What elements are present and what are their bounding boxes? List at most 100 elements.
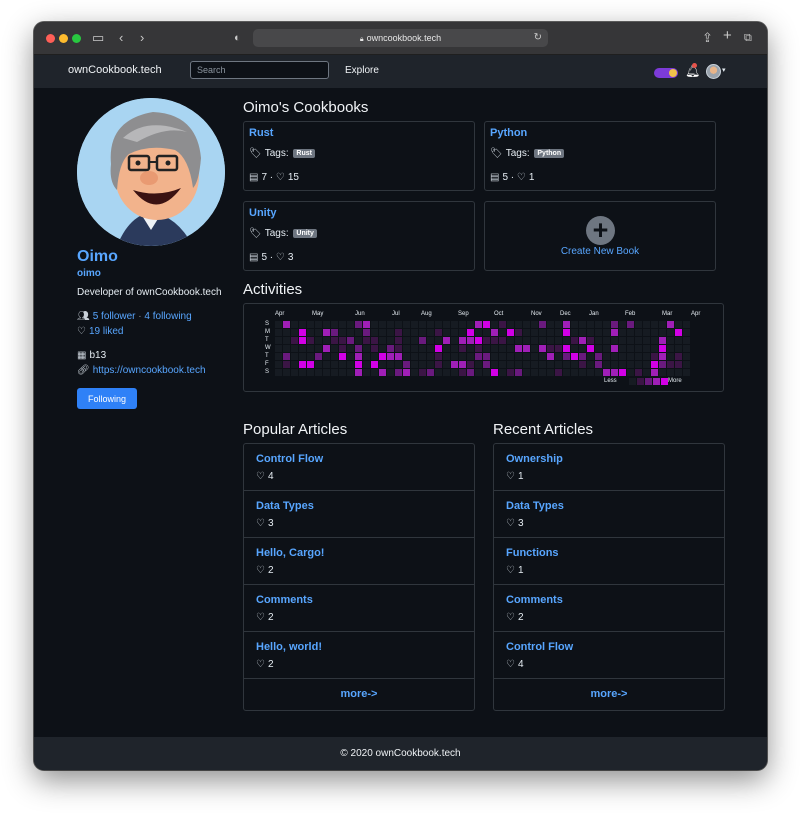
article-title-link[interactable]: Control Flow [506, 641, 573, 653]
activity-cell [355, 353, 362, 360]
article-title-link[interactable]: Data Types [506, 500, 564, 512]
activity-cell [563, 345, 570, 352]
activity-cell [587, 329, 594, 336]
cookbook-tags: 🏷︎ Tags: Rust [249, 148, 315, 159]
activity-cell [443, 329, 450, 336]
cookbook-card-rust[interactable]: Rust 🏷︎ Tags: Rust ▤ 7 · ♡ 15 [243, 121, 475, 191]
activity-cell [499, 321, 506, 328]
reload-icon[interactable]: ↻ [534, 29, 542, 47]
month-label: Apr [691, 311, 701, 317]
activity-cell [571, 321, 578, 328]
cookbooks-heading: Oimo's Cookbooks [243, 99, 369, 116]
activity-cell [483, 353, 490, 360]
search-input[interactable] [190, 61, 329, 79]
new-tab-icon[interactable]: + [723, 28, 732, 44]
activity-cell [427, 337, 434, 344]
liked-link[interactable]: 19 liked [89, 326, 123, 337]
activity-cell [371, 345, 378, 352]
create-new-book-link[interactable]: Create New Book [485, 246, 715, 257]
privacy-shield-icon[interactable]: ◐ [234, 30, 241, 46]
article-title-link[interactable]: Control Flow [256, 453, 323, 465]
list-item[interactable]: Control Flow ♡ 4 [244, 444, 474, 491]
activity-cell [579, 361, 586, 368]
activity-cell [475, 337, 482, 344]
like-count: 1 [517, 565, 524, 576]
activity-cell [291, 369, 298, 376]
website-link[interactable]: https://owncookbook.tech [93, 365, 206, 376]
zoom-window-button[interactable] [72, 34, 81, 43]
cookbook-card-unity[interactable]: Unity 🏷︎ Tags: Unity ▤ 5 · ♡ 3 [243, 201, 475, 271]
article-title-link[interactable]: Comments [256, 594, 313, 606]
chevron-down-icon[interactable]: ▾ [722, 66, 726, 74]
article-likes: ♡ 1 [506, 471, 524, 482]
tag-badge[interactable]: Python [534, 149, 565, 158]
activity-cell [659, 329, 666, 336]
popular-more-link[interactable]: more-> [244, 679, 474, 710]
list-item[interactable]: Data Types ♡ 3 [244, 491, 474, 538]
activity-cell [563, 337, 570, 344]
recent-more-link[interactable]: more-> [494, 679, 724, 710]
browser-toolbar: ▭ ‹ › ◐ 🔒︎ owncookbook.tech ↻ ⇪ + ⧉ [34, 22, 767, 55]
article-title-link[interactable]: Hello, world! [256, 641, 322, 653]
user-avatar-menu[interactable] [706, 64, 721, 79]
list-item[interactable]: Functions ♡ 1 [494, 538, 724, 585]
following-button[interactable]: Following [77, 388, 137, 409]
site-brand[interactable]: ownCookbook.tech [68, 64, 162, 76]
explore-link[interactable]: Explore [345, 65, 379, 76]
month-label: Jul [392, 311, 400, 317]
sidebar-icon[interactable]: ▭ [92, 30, 104, 46]
activity-cell [467, 329, 474, 336]
tag-badge[interactable]: Unity [293, 229, 317, 238]
activity-cell [595, 361, 602, 368]
activity-cell [475, 329, 482, 336]
activity-cell [643, 337, 650, 344]
activity-cell [515, 321, 522, 328]
address-bar[interactable]: 🔒︎ owncookbook.tech ↻ [253, 29, 548, 47]
list-item[interactable]: Hello, Cargo! ♡ 2 [244, 538, 474, 585]
moon-icon [669, 69, 677, 77]
cookbook-title[interactable]: Rust [249, 127, 273, 139]
activity-cell [507, 369, 514, 376]
activity-cell [379, 329, 386, 336]
cookbook-title[interactable]: Python [490, 127, 527, 139]
activity-cell [291, 353, 298, 360]
activity-cell [387, 353, 394, 360]
activity-cell [307, 369, 314, 376]
tab-overview-icon[interactable]: ⧉ [744, 30, 752, 46]
cookbook-title[interactable]: Unity [249, 207, 277, 219]
article-title-link[interactable]: Ownership [506, 453, 563, 465]
cookbook-card-python[interactable]: Python 🏷︎ Tags: Python ▤ 5 · ♡ 1 [484, 121, 716, 191]
followers-link[interactable]: 5 follower [93, 311, 136, 322]
minimize-window-button[interactable] [59, 34, 68, 43]
share-icon[interactable]: ⇪ [702, 30, 713, 46]
list-item[interactable]: Hello, world! ♡ 2 [244, 632, 474, 679]
article-title-link[interactable]: Data Types [256, 500, 314, 512]
forward-icon[interactable]: › [140, 30, 144, 46]
activities-heading: Activities [243, 281, 303, 298]
article-title-link[interactable]: Hello, Cargo! [256, 547, 324, 559]
create-new-book-card[interactable]: + Create New Book [484, 201, 716, 271]
activity-cell [355, 361, 362, 368]
dark-mode-toggle[interactable] [654, 68, 678, 78]
activity-cell [451, 337, 458, 344]
activity-cell [331, 337, 338, 344]
article-title-link[interactable]: Comments [506, 594, 563, 606]
close-window-button[interactable] [46, 34, 55, 43]
activity-cell [275, 369, 282, 376]
activity-cell [379, 337, 386, 344]
activity-cell [275, 337, 282, 344]
activity-cell [387, 345, 394, 352]
back-icon[interactable]: ‹ [119, 30, 123, 46]
list-item[interactable]: Comments ♡ 2 [244, 585, 474, 632]
activity-cell [603, 337, 610, 344]
list-item[interactable]: Comments ♡ 2 [494, 585, 724, 632]
list-item[interactable]: Control Flow ♡ 4 [494, 632, 724, 679]
article-title-link[interactable]: Functions [506, 547, 559, 559]
list-item[interactable]: Ownership ♡ 1 [494, 444, 724, 491]
activity-cell [443, 369, 450, 376]
profile-avatar [77, 98, 225, 246]
tag-badge[interactable]: Rust [293, 149, 315, 158]
following-link[interactable]: 4 following [144, 311, 191, 322]
list-item[interactable]: Data Types ♡ 3 [494, 491, 724, 538]
liked-stat: ♡ 19 liked [77, 326, 123, 337]
